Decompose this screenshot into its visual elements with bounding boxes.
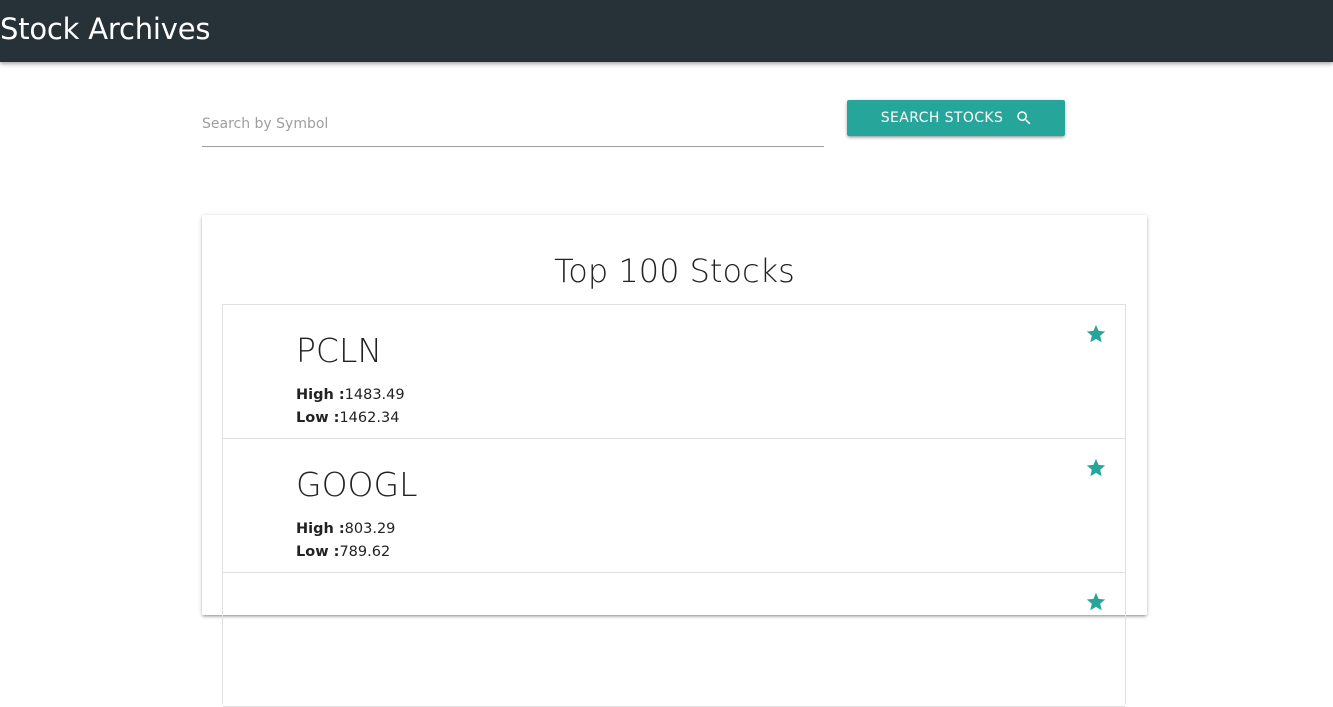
low-label: Low : xyxy=(296,544,340,560)
stock-list: PCLN High :1483.49 Low :1462.34 GOOGL Hi… xyxy=(222,304,1126,707)
stock-symbol: GOOGL xyxy=(296,465,418,504)
high-label: High : xyxy=(296,521,345,537)
high-label: High : xyxy=(296,387,345,403)
search-field xyxy=(202,104,824,147)
search-input[interactable] xyxy=(202,104,824,144)
navbar: Stock Archives xyxy=(0,0,1333,62)
search-stocks-button-label: SEARCH STOCKS xyxy=(880,110,1004,126)
top-stocks-card: Top 100 Stocks PCLN High :1483.49 Low :1… xyxy=(202,215,1147,707)
star-icon[interactable] xyxy=(1085,457,1107,479)
star-icon[interactable] xyxy=(1085,323,1107,345)
search-icon xyxy=(1017,111,1031,125)
stock-symbol: PCLN xyxy=(296,331,383,370)
app-title[interactable]: Stock Archives xyxy=(0,11,210,47)
stock-list-item[interactable]: PCLN High :1483.49 Low :1462.34 xyxy=(223,305,1125,439)
stock-high: High :1483.49 xyxy=(296,385,405,405)
high-value: 803.29 xyxy=(344,521,396,537)
stock-list-item[interactable]: GOOGL High :803.29 Low :789.62 xyxy=(223,439,1125,573)
low-value: 789.62 xyxy=(339,544,391,560)
stock-low: Low :789.62 xyxy=(296,542,390,562)
star-icon[interactable] xyxy=(1085,591,1107,613)
low-value: 1462.34 xyxy=(339,410,400,426)
stock-low: Low :1462.34 xyxy=(296,408,399,428)
search-stocks-button[interactable]: SEARCH STOCKS xyxy=(847,100,1065,136)
card-title: Top 100 Stocks xyxy=(554,252,795,290)
low-label: Low : xyxy=(296,410,340,426)
stock-high: High :803.29 xyxy=(296,519,395,539)
stock-list-item[interactable] xyxy=(223,573,1125,707)
high-value: 1483.49 xyxy=(344,387,405,403)
